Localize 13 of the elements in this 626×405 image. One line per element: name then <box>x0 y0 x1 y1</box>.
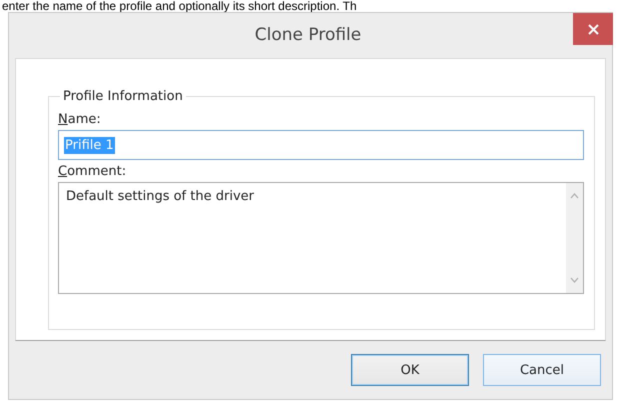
window-title: Clone Profile <box>254 24 362 45</box>
scroll-down-icon[interactable] <box>570 277 579 283</box>
scrollbar[interactable] <box>566 183 583 293</box>
close-icon <box>588 24 598 34</box>
field-label: Name: <box>58 112 101 127</box>
close-button[interactable] <box>573 13 613 45</box>
ok-button[interactable]: OK <box>351 354 469 386</box>
scroll-up-icon[interactable] <box>570 193 579 199</box>
group-title: Profile Information <box>62 89 184 104</box>
cancel-button[interactable]: Cancel <box>483 354 601 386</box>
instruction-text: enter the name of the profile and optionally its short description. Th <box>1 0 358 12</box>
comment-field[interactable]: Default settings of the driver <box>58 182 584 294</box>
field-label: Comment: <box>58 164 126 179</box>
